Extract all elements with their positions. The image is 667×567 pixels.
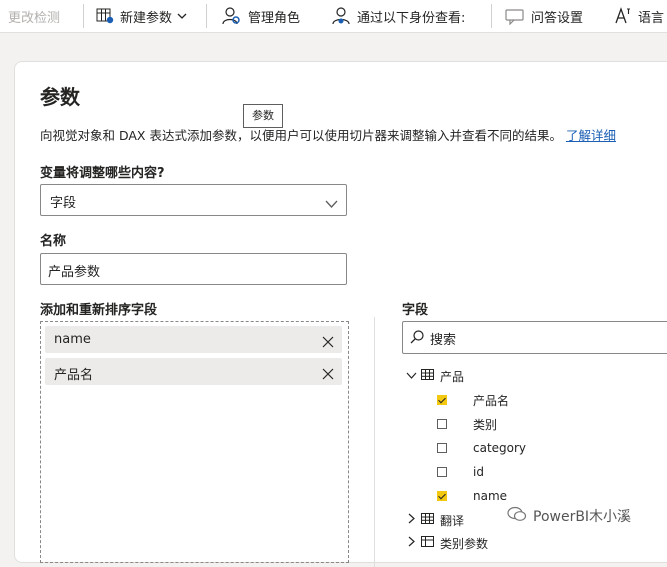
- tree-table-label: 翻译: [440, 513, 465, 528]
- name-field-value: 产品参数: [48, 265, 101, 280]
- tree-field-item[interactable]: category: [437, 439, 526, 457]
- field-label: name: [473, 489, 508, 503]
- variable-label: 变量将调整哪些内容?: [40, 166, 165, 181]
- variable-type-dropdown[interactable]: 字段: [40, 184, 347, 216]
- language-button[interactable]: 语言: [614, 0, 664, 32]
- watermark: PowerBI木小溪: [507, 506, 631, 526]
- field-label: 类别: [473, 417, 498, 432]
- selected-field-chip[interactable]: 产品名: [45, 358, 342, 385]
- chevron-down-icon: [325, 194, 338, 213]
- learn-more-link[interactable]: 了解详细: [566, 128, 616, 143]
- chat-bubble-icon: [505, 7, 525, 25]
- new-parameter-button[interactable]: 新建参数: [96, 0, 187, 32]
- toolbar-divider: [491, 4, 492, 28]
- tree-field-item[interactable]: 产品名: [437, 391, 509, 409]
- chevron-right-icon[interactable]: [406, 536, 417, 550]
- field-label: 产品名: [473, 393, 510, 408]
- manage-roles-icon: [222, 6, 242, 26]
- selected-fields-dropzone[interactable]: name 产品名: [40, 321, 349, 563]
- field-label: id: [473, 465, 484, 479]
- language-label: 语言: [638, 10, 665, 26]
- tree-table-label: 产品: [440, 369, 465, 384]
- fields-search-input[interactable]: 搜索: [402, 321, 667, 354]
- fields-label: 字段: [402, 303, 429, 318]
- column-divider: [374, 317, 375, 567]
- manage-roles-label: 管理角色: [248, 10, 301, 26]
- name-field[interactable]: 产品参数: [40, 253, 347, 285]
- qa-setup-button[interactable]: 问答设置: [505, 0, 583, 32]
- new-parameter-label: 新建参数: [120, 10, 173, 26]
- field-checkbox[interactable]: [437, 467, 447, 477]
- tree-table-products[interactable]: 产品: [406, 367, 464, 385]
- selected-field-label: name: [54, 332, 91, 347]
- description-text: 向视觉对象和 DAX 表达式添加参数，以便用户可以使用切片器来调整输入并查看不同…: [40, 128, 562, 143]
- toolbar-divider: [83, 4, 84, 28]
- tree-field-item[interactable]: id: [437, 463, 484, 481]
- name-label: 名称: [40, 234, 67, 249]
- dialog-title: 参数: [40, 85, 80, 109]
- chevron-down-icon[interactable]: [406, 369, 417, 383]
- search-placeholder: 搜索: [430, 333, 457, 348]
- search-icon: [410, 329, 424, 348]
- field-label: category: [473, 441, 527, 455]
- field-checkbox[interactable]: [437, 419, 447, 429]
- parameter-table-icon: [421, 536, 434, 550]
- field-checkbox[interactable]: [437, 443, 447, 453]
- close-icon[interactable]: [322, 333, 334, 352]
- view-as-icon: [331, 6, 351, 26]
- qa-setup-label: 问答设置: [531, 10, 584, 26]
- change-detection-label: 更改检测: [8, 10, 61, 26]
- tree-table-label: 类别参数: [440, 536, 489, 551]
- toolbar-divider: [206, 4, 207, 28]
- variable-type-value: 字段: [50, 196, 77, 211]
- tree-field-item[interactable]: 类别: [437, 415, 497, 433]
- tree-table-translate[interactable]: 翻译: [406, 511, 464, 529]
- selected-field-label: 产品名: [54, 368, 94, 383]
- change-detection-button[interactable]: 更改检测: [8, 0, 60, 32]
- view-as-label: 通过以下身份查看:: [357, 10, 466, 26]
- field-checkbox[interactable]: [437, 395, 447, 405]
- add-fields-label: 添加和重新排序字段: [40, 303, 158, 318]
- manage-roles-button[interactable]: 管理角色: [222, 0, 300, 32]
- tree-table-category-param[interactable]: 类别参数: [406, 534, 488, 552]
- dialog-description: 向视觉对象和 DAX 表达式添加参数，以便用户可以使用切片器来调整输入并查看不同…: [40, 125, 616, 144]
- close-icon[interactable]: [322, 365, 334, 384]
- field-checkbox[interactable]: [437, 491, 447, 501]
- wechat-icon: [507, 506, 527, 526]
- language-icon: [614, 7, 632, 25]
- chevron-right-icon[interactable]: [406, 513, 417, 527]
- parameter-icon: [96, 7, 114, 25]
- selected-field-chip[interactable]: name: [45, 326, 342, 353]
- chevron-down-icon[interactable]: [177, 11, 187, 21]
- table-icon: [421, 513, 434, 527]
- parameters-dialog: 参数 参数 向视觉对象和 DAX 表达式添加参数，以便用户可以使用切片器来调整输…: [14, 61, 667, 567]
- tree-field-item[interactable]: name: [437, 487, 507, 505]
- watermark-text: PowerBI木小溪: [533, 509, 632, 525]
- table-icon: [421, 369, 434, 383]
- ribbon-toolbar: 更改检测 新建参数 管理角色 通过以下身份查看: 问答设置 语言: [0, 0, 667, 33]
- view-as-button[interactable]: 通过以下身份查看:: [331, 0, 465, 32]
